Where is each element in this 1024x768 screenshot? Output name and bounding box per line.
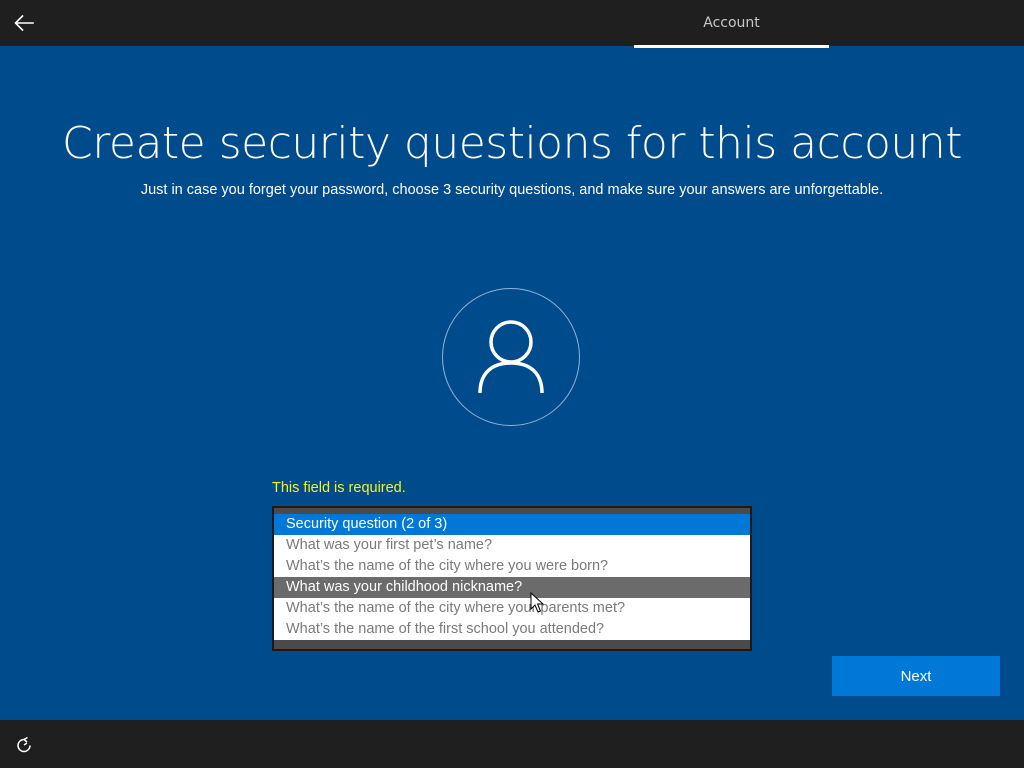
top-bar: Account	[0, 0, 1024, 48]
page-title: Create security questions for this accou…	[62, 118, 962, 169]
user-icon	[478, 320, 544, 394]
security-question-list: Security question (2 of 3) What was your…	[274, 514, 750, 640]
dropdown-option[interactable]: What was your childhood nickname?	[274, 577, 750, 598]
dropdown-option[interactable]: What was your first pet’s name?	[274, 535, 750, 556]
dropdown-option[interactable]: What’s the name of the city where you we…	[274, 556, 750, 577]
mouse-pointer-icon	[530, 592, 544, 613]
dropdown-option[interactable]: What’s the name of the city where your p…	[274, 598, 750, 619]
tab-active-indicator	[634, 45, 829, 48]
dropdown-option[interactable]: Security question (2 of 3)	[274, 514, 750, 535]
dropdown-option[interactable]: What’s the name of the first school you …	[274, 619, 750, 640]
bottom-bar	[0, 720, 1024, 768]
tab-account-label: Account	[703, 15, 760, 31]
ease-of-access-button[interactable]	[12, 734, 36, 756]
next-button[interactable]: Next	[832, 656, 1000, 696]
validation-message: This field is required.	[272, 480, 406, 496]
tab-account: Account	[634, 0, 829, 46]
ease-of-access-icon	[17, 736, 31, 753]
page-subtitle: Just in case you forget your password, c…	[140, 182, 884, 198]
security-question-dropdown[interactable]: Security question (2 of 3) What was your…	[272, 506, 752, 651]
back-arrow-icon	[14, 14, 34, 32]
avatar	[442, 288, 580, 426]
back-button[interactable]	[8, 8, 40, 38]
